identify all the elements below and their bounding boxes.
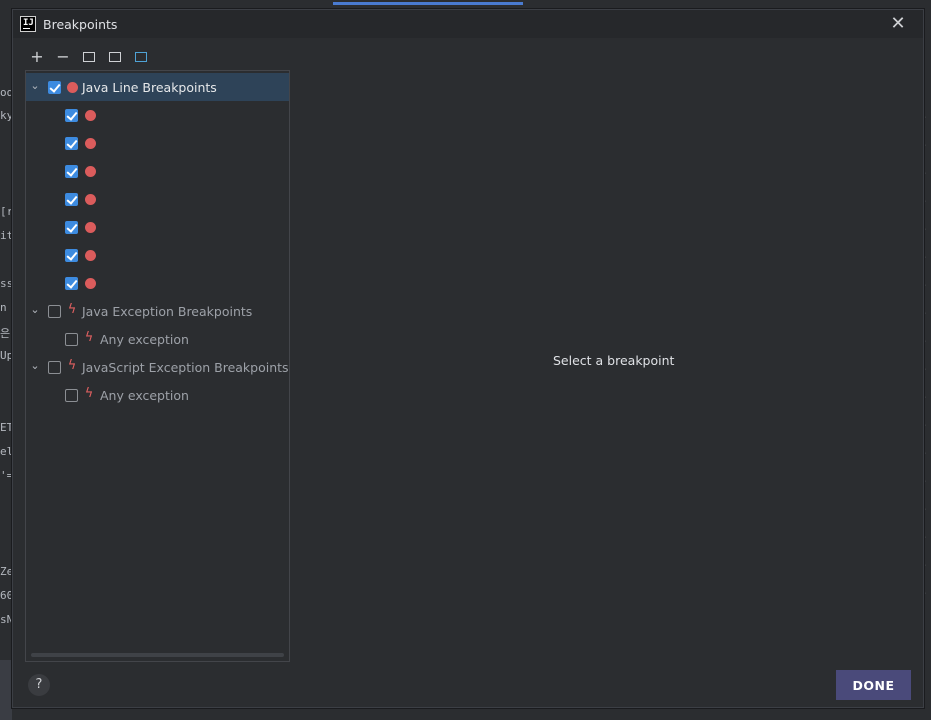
breakpoint-dot-icon bbox=[85, 250, 96, 261]
editor-fragment: od bbox=[0, 86, 12, 99]
tree-item-line-breakpoint[interactable] bbox=[26, 185, 289, 213]
dialog-titlebar: IJ Breakpoints ✕ bbox=[13, 10, 923, 38]
chevron-down-icon[interactable]: ⌄ bbox=[28, 79, 42, 93]
item-checkbox[interactable] bbox=[65, 333, 78, 346]
group-by-class-button[interactable] bbox=[131, 47, 151, 67]
background-panel bbox=[0, 660, 12, 720]
tree-group-java-line-breakpoints[interactable]: ⌄ Java Line Breakpoints bbox=[26, 73, 289, 101]
tree-item-any-exception[interactable]: ϟ Any exception bbox=[26, 381, 289, 409]
chevron-down-icon[interactable]: ⌄ bbox=[28, 303, 42, 317]
group-label: JavaScript Exception Breakpoints bbox=[82, 360, 289, 375]
editor-fragment: 은 bbox=[0, 327, 11, 340]
group-checkbox[interactable] bbox=[48, 305, 61, 318]
dialog-title: Breakpoints bbox=[43, 17, 118, 32]
group-checkbox[interactable] bbox=[48, 361, 61, 374]
lightning-icon: ϟ bbox=[84, 386, 94, 401]
breakpoint-dot-icon bbox=[85, 166, 96, 177]
editor-fragment: n bbox=[0, 301, 7, 314]
breakpoints-dialog: IJ Breakpoints ✕ + − ⌄ Java Line Breakpo… bbox=[12, 9, 924, 708]
editor-fragment: it bbox=[0, 229, 12, 242]
breakpoint-dot-icon bbox=[85, 110, 96, 121]
breakpoint-dot-icon bbox=[85, 138, 96, 149]
breakpoint-dot-icon bbox=[85, 194, 96, 205]
help-button[interactable]: ? bbox=[28, 674, 50, 696]
tree-item-line-breakpoint[interactable] bbox=[26, 129, 289, 157]
background-tab-indicator bbox=[333, 2, 523, 5]
editor-fragment: sN bbox=[0, 613, 12, 626]
item-checkbox[interactable] bbox=[65, 109, 78, 122]
item-checkbox[interactable] bbox=[65, 193, 78, 206]
close-button[interactable]: ✕ bbox=[887, 13, 909, 35]
chevron-down-icon[interactable]: ⌄ bbox=[28, 359, 42, 373]
breakpoint-dot-icon bbox=[67, 82, 78, 93]
editor-fragment: Up bbox=[0, 349, 12, 362]
folder-icon bbox=[83, 52, 95, 62]
item-checkbox[interactable] bbox=[65, 277, 78, 290]
tree-item-line-breakpoint[interactable] bbox=[26, 213, 289, 241]
item-label: Any exception bbox=[100, 332, 189, 347]
group-label: Java Exception Breakpoints bbox=[82, 304, 253, 319]
item-checkbox[interactable] bbox=[65, 165, 78, 178]
item-checkbox[interactable] bbox=[65, 249, 78, 262]
lightning-icon: ϟ bbox=[67, 302, 77, 317]
lightning-icon: ϟ bbox=[84, 330, 94, 345]
lightning-icon: ϟ bbox=[67, 358, 77, 373]
tree-item-line-breakpoint[interactable] bbox=[26, 101, 289, 129]
editor-fragment: el bbox=[0, 445, 12, 458]
breakpoint-dot-icon bbox=[85, 222, 96, 233]
class-icon bbox=[135, 52, 147, 62]
item-checkbox[interactable] bbox=[65, 221, 78, 234]
editor-fragment: ky bbox=[0, 109, 12, 122]
horizontal-scrollbar[interactable] bbox=[31, 653, 284, 657]
item-checkbox[interactable] bbox=[65, 137, 78, 150]
tree-item-line-breakpoint[interactable] bbox=[26, 241, 289, 269]
tree-item-line-breakpoint[interactable] bbox=[26, 157, 289, 185]
intellij-logo-icon: IJ bbox=[20, 16, 36, 32]
tree-group-java-exception-breakpoints[interactable]: ⌄ ϟ Java Exception Breakpoints bbox=[26, 297, 289, 325]
detail-placeholder-text: Select a breakpoint bbox=[553, 353, 675, 368]
group-by-file-button[interactable] bbox=[105, 47, 125, 67]
item-label: Any exception bbox=[100, 388, 189, 403]
file-icon bbox=[109, 52, 121, 62]
add-breakpoint-button[interactable]: + bbox=[27, 47, 47, 67]
editor-fragment: 60 bbox=[0, 589, 12, 602]
editor-fragment: Ze bbox=[0, 565, 12, 578]
tree-item-any-exception[interactable]: ϟ Any exception bbox=[26, 325, 289, 353]
editor-fragment: ET bbox=[0, 421, 12, 434]
breakpoint-dot-icon bbox=[85, 278, 96, 289]
editor-fragment: '= bbox=[0, 469, 12, 482]
done-button[interactable]: DONE bbox=[836, 670, 911, 700]
remove-breakpoint-button[interactable]: − bbox=[53, 47, 73, 67]
editor-fragment: ss bbox=[0, 277, 12, 290]
breakpoints-tree[interactable]: ⌄ Java Line Breakpoints ⌄ ϟ Java Excepti… bbox=[25, 70, 290, 662]
tree-item-line-breakpoint[interactable] bbox=[26, 269, 289, 297]
group-checkbox[interactable] bbox=[48, 81, 61, 94]
tree-group-javascript-exception-breakpoints[interactable]: ⌄ ϟ JavaScript Exception Breakpoints bbox=[26, 353, 289, 381]
group-by-package-button[interactable] bbox=[79, 47, 99, 67]
editor-fragment: [r bbox=[0, 205, 12, 218]
item-checkbox[interactable] bbox=[65, 389, 78, 402]
group-label: Java Line Breakpoints bbox=[82, 80, 217, 95]
